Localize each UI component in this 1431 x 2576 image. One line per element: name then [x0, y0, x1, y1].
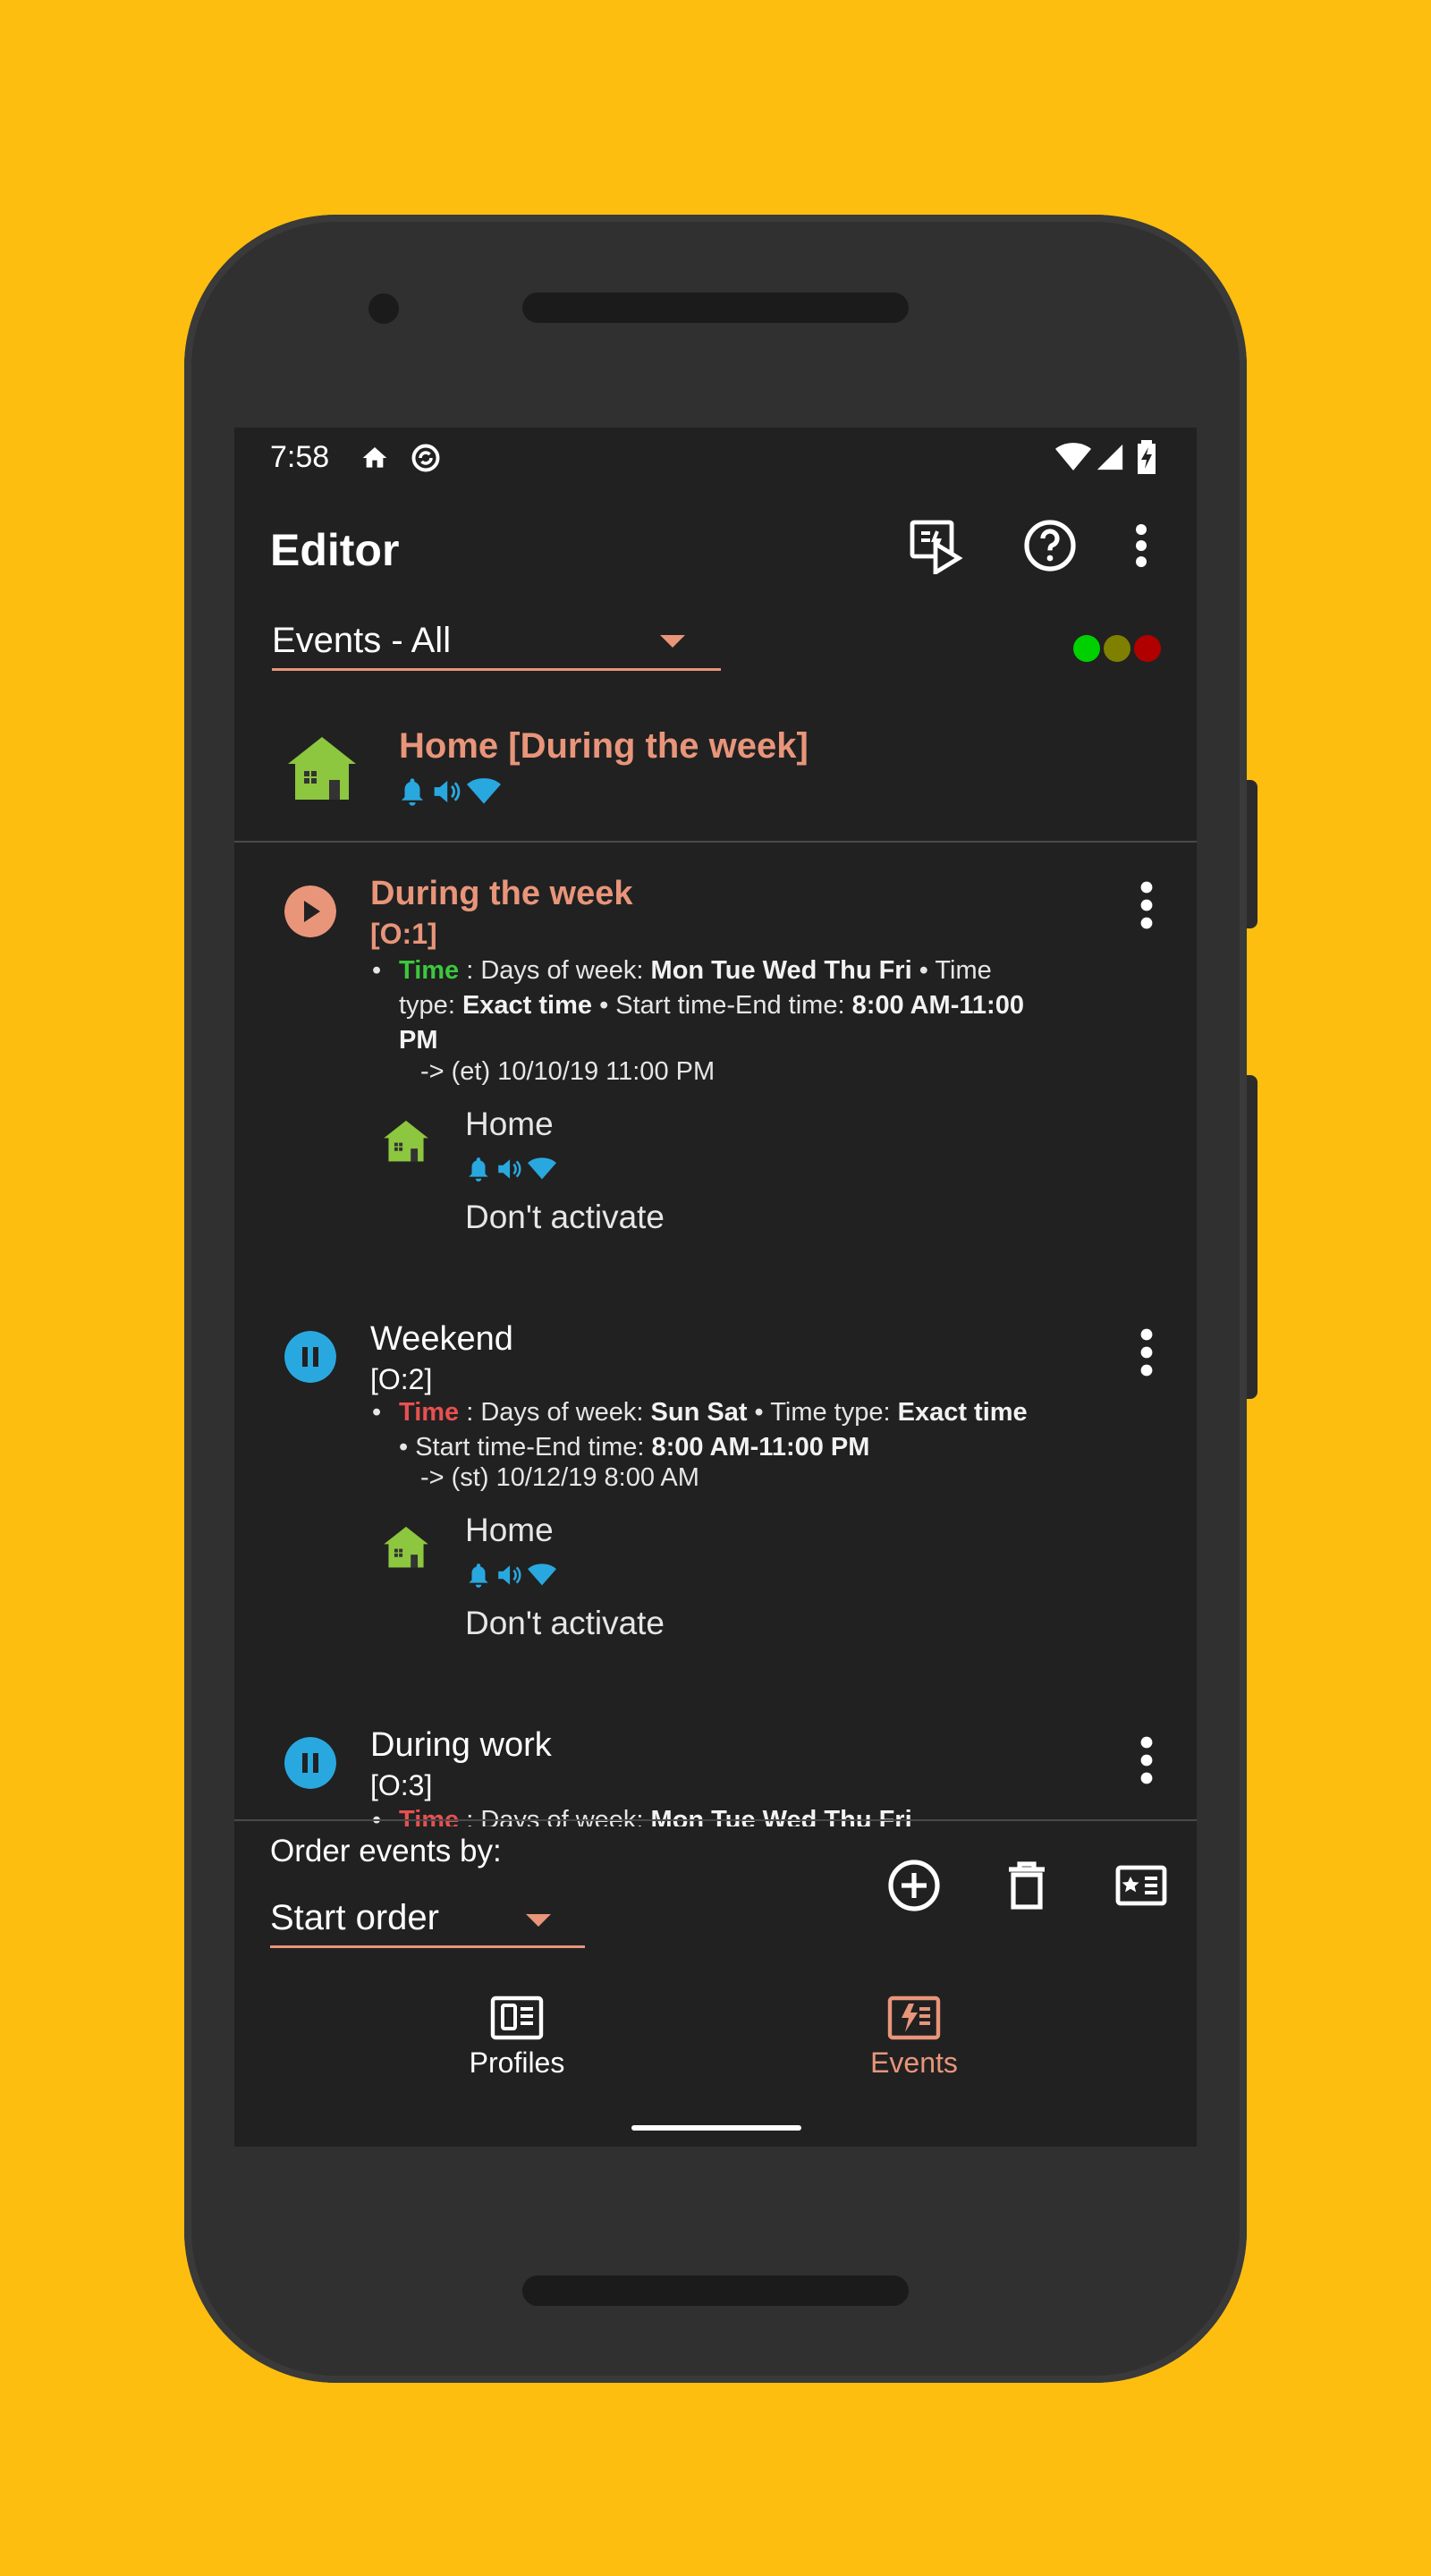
wifi-icon	[1055, 443, 1091, 470]
event-profile-name: Home	[465, 1106, 554, 1142]
bottom-divider	[234, 1819, 1197, 1821]
profiles-icon	[490, 1996, 544, 2040]
wifi-icon	[528, 1157, 556, 1180]
order-label: Order events by:	[270, 1834, 502, 1868]
event-profile-note: Don't activate	[465, 1605, 665, 1641]
sync-icon	[411, 444, 440, 472]
volume-icon	[498, 1159, 521, 1179]
house-icon	[384, 1526, 428, 1568]
preference-label: Time	[399, 1398, 460, 1427]
event-name: During the week	[370, 875, 633, 912]
desc-value: Sun Sat	[650, 1398, 748, 1427]
event-preferences: • Time : Days of week: Mon Tue Wed Thu Fr…	[372, 956, 1024, 1055]
front-camera	[368, 293, 399, 324]
event-order: [O:2]	[370, 1363, 433, 1395]
desc-text: : Days of week:	[459, 956, 651, 985]
event-next-time: -> (et) 10/10/19 11:00 PM	[420, 1057, 716, 1086]
desc-value: Exact time	[897, 1398, 1028, 1427]
activate-profile-icon[interactable]	[907, 517, 964, 574]
profile-card-icon[interactable]	[1113, 1857, 1170, 1914]
event-order: [O:3]	[370, 1769, 433, 1801]
event-profile-note: Don't activate	[465, 1199, 665, 1235]
wifi-icon	[528, 1563, 556, 1586]
more-vert-icon[interactable]	[1129, 878, 1164, 932]
events-icon	[887, 1996, 941, 2040]
desc-value: Exact time	[461, 991, 593, 1020]
status-dot-olive	[1104, 635, 1130, 662]
side-button	[1247, 780, 1257, 928]
event-run-button[interactable]	[284, 886, 336, 937]
desc-text: • Time type:	[747, 1398, 898, 1427]
event-filter-value: Events - All	[272, 621, 452, 660]
order-value: Start order	[270, 1898, 439, 1937]
house-icon	[288, 737, 356, 800]
house-icon	[384, 1120, 428, 1162]
add-circle-icon[interactable]	[885, 1857, 943, 1914]
home-indicator[interactable]	[631, 2125, 801, 2131]
volume-icon	[498, 1565, 521, 1585]
profile-settings-icons	[467, 1562, 556, 1589]
event-next-time: -> (st) 10/12/19 8:00 AM	[420, 1463, 699, 1492]
status-dot-red	[1134, 635, 1161, 662]
battery-charging-icon	[1138, 440, 1156, 474]
bottom-speaker	[522, 2275, 909, 2306]
profile-settings-icons	[399, 776, 501, 807]
home-icon	[362, 447, 387, 468]
status-dot-green	[1073, 635, 1100, 662]
event-preferences: • Time : Days of week: Mon Tue Wed Thu Fr…	[372, 1803, 1043, 1826]
side-button	[1247, 1075, 1257, 1399]
event-list[interactable]: During the week [O:1] • Time : Days of we…	[234, 843, 1197, 1826]
desc-value: 8:00 AM-11:00 PM	[651, 1433, 870, 1462]
more-vert-icon[interactable]	[1129, 1733, 1164, 1787]
nav-profiles[interactable]: Profiles	[401, 1995, 633, 2111]
status-time: 7:58	[270, 440, 330, 474]
desc-value: Mon Tue Wed Thu Fri	[650, 956, 912, 985]
event-pause-button[interactable]	[284, 1331, 336, 1383]
desc-text: • Start time-End time:	[592, 991, 852, 1020]
status-bar: 7:58	[234, 428, 1197, 488]
desc-text: • Start time-End time:	[399, 1433, 652, 1462]
chevron-down-icon	[526, 1914, 551, 1927]
nav-events-label: Events	[870, 2046, 958, 2079]
event-profile-name: Home	[465, 1512, 554, 1548]
event-order: [O:1]	[370, 918, 437, 950]
delete-icon[interactable]	[998, 1857, 1055, 1914]
help-icon[interactable]	[1021, 517, 1079, 574]
desc-text: : Days of week:	[459, 1806, 651, 1826]
volume-icon	[434, 780, 461, 803]
bell-icon	[469, 1563, 488, 1588]
bell-icon	[401, 778, 424, 806]
desc-text: : Days of week:	[459, 1398, 651, 1427]
event-name: During work	[370, 1726, 552, 1764]
bell-icon	[469, 1157, 488, 1182]
active-profile-name: Home [During the week]	[399, 726, 809, 766]
nav-profiles-label: Profiles	[469, 2046, 565, 2079]
desc-value: Mon Tue Wed Thu Fri	[650, 1806, 912, 1826]
preference-label: Time	[399, 956, 460, 985]
wifi-icon	[467, 778, 501, 804]
order-dropdown[interactable]: Start order	[270, 1898, 585, 1948]
profile-settings-icons	[467, 1156, 556, 1182]
event-filter-dropdown[interactable]: Events - All	[272, 621, 721, 671]
signal-icon	[1097, 444, 1123, 470]
more-vert-icon[interactable]	[1129, 1326, 1164, 1379]
chevron-down-icon	[660, 635, 685, 648]
app-screen: 7:58 Editor Events - All Home [During th…	[234, 428, 1197, 2147]
more-vert-icon[interactable]	[1120, 517, 1163, 574]
page-title: Editor	[270, 525, 400, 575]
nav-events[interactable]: Events	[798, 1995, 1030, 2111]
event-preferences: • Time : Days of week: Sun Sat • Time typ…	[372, 1398, 1028, 1462]
preference-label: Time	[399, 1806, 460, 1826]
earpiece-speaker	[522, 292, 909, 323]
event-name: Weekend	[370, 1320, 513, 1358]
event-pause-button[interactable]	[284, 1737, 336, 1789]
